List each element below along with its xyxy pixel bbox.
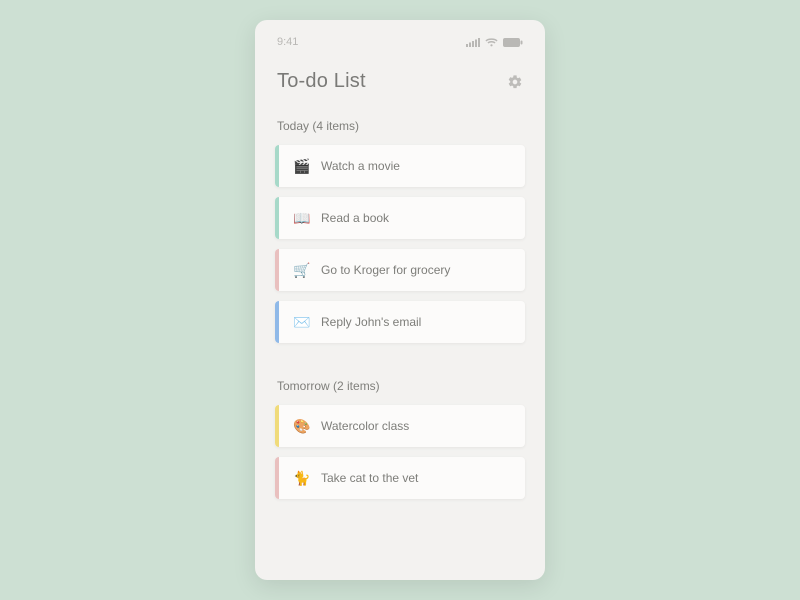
todo-text: Watch a movie xyxy=(321,159,400,173)
category-stripe xyxy=(275,405,279,447)
gear-icon xyxy=(507,74,523,90)
section-tomorrow: Tomorrow (2 items) 🎨 Watercolor class 🐈 … xyxy=(275,379,525,509)
page-title: To-do List xyxy=(277,70,366,93)
todo-text: Watercolor class xyxy=(321,419,409,433)
section-label: Today (4 items) xyxy=(277,119,525,133)
todo-card[interactable]: 🛒 Go to Kroger for grocery xyxy=(275,249,525,291)
category-stripe xyxy=(275,145,279,187)
category-stripe xyxy=(275,249,279,291)
book-icon: 📖 xyxy=(287,210,317,227)
todo-text: Go to Kroger for grocery xyxy=(321,263,450,277)
status-icons xyxy=(466,38,523,47)
envelope-icon: ✉️ xyxy=(287,314,317,331)
category-stripe xyxy=(275,457,279,499)
battery-icon xyxy=(503,38,523,47)
todo-text: Read a book xyxy=(321,211,389,225)
settings-button[interactable] xyxy=(507,74,523,90)
signal-icon xyxy=(466,38,480,47)
todo-text: Reply John's email xyxy=(321,315,421,329)
cat-icon: 🐈 xyxy=(287,470,317,487)
todo-card[interactable]: 📖 Read a book xyxy=(275,197,525,239)
phone-frame: 9:41 To-do List Today (4 items) 🎬 Wat xyxy=(255,20,545,580)
clapperboard-icon: 🎬 xyxy=(287,158,317,175)
cart-icon: 🛒 xyxy=(287,262,317,279)
todo-card[interactable]: 🐈 Take cat to the vet xyxy=(275,457,525,499)
todo-card[interactable]: 🎨 Watercolor class xyxy=(275,405,525,447)
todo-card[interactable]: ✉️ Reply John's email xyxy=(275,301,525,343)
section-label: Tomorrow (2 items) xyxy=(277,379,525,393)
todo-card[interactable]: 🎬 Watch a movie xyxy=(275,145,525,187)
header: To-do List xyxy=(275,70,525,93)
todo-text: Take cat to the vet xyxy=(321,471,418,485)
wifi-icon xyxy=(485,38,498,47)
category-stripe xyxy=(275,301,279,343)
category-stripe xyxy=(275,197,279,239)
palette-icon: 🎨 xyxy=(287,418,317,435)
status-time: 9:41 xyxy=(277,36,298,48)
section-today: Today (4 items) 🎬 Watch a movie 📖 Read a… xyxy=(275,119,525,353)
status-bar: 9:41 xyxy=(275,36,525,48)
